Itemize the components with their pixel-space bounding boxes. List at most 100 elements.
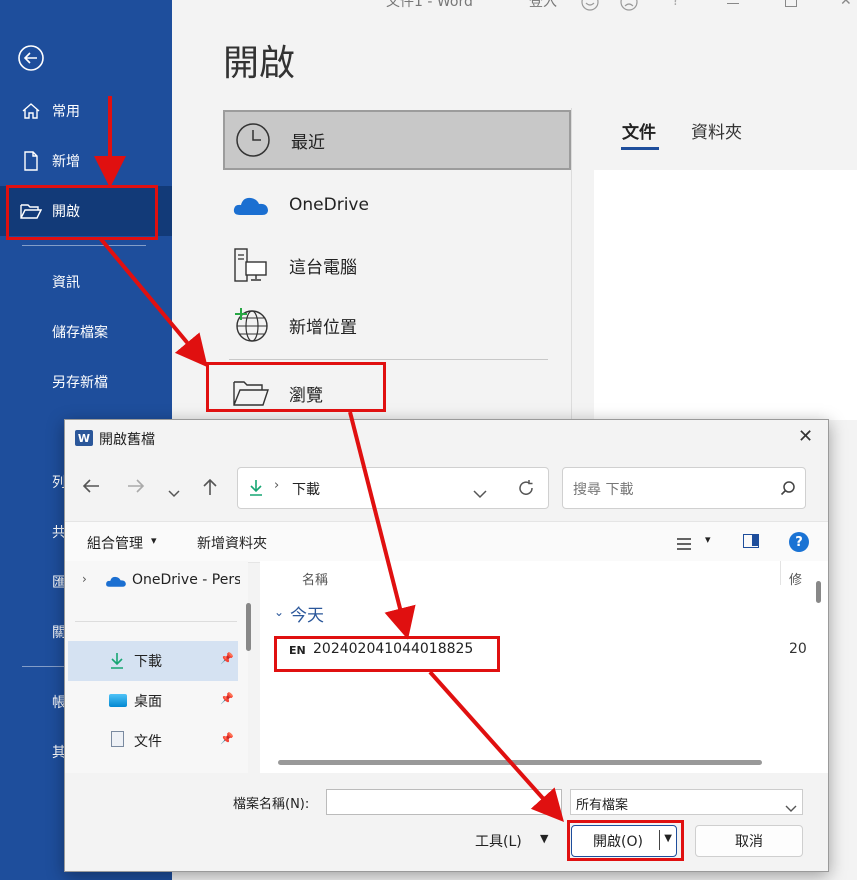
file-name[interactable]: 202402041044018825 — [313, 641, 473, 657]
sidebar-item-save[interactable]: 儲存檔案 — [52, 322, 108, 342]
sidebar-item-new[interactable]: 新增 — [0, 136, 172, 186]
nav-item-documents[interactable]: 文件 — [134, 731, 162, 751]
window-title: 文件1 - Word — [386, 0, 473, 10]
clock-icon — [233, 122, 273, 158]
en-file-type-icon: EN — [289, 644, 306, 657]
tab-documents[interactable]: 文件 — [622, 118, 656, 143]
tab-folders[interactable]: 資料夾 — [691, 118, 742, 143]
organize-button[interactable]: 組合管理 — [87, 533, 143, 553]
filetype-value: 所有檔案 — [576, 798, 629, 813]
sidebar-item-open[interactable]: 開啟 — [0, 186, 172, 236]
location-label: 新增位置 — [289, 317, 357, 338]
refresh-icon[interactable] — [517, 479, 535, 501]
group-collapse-chevron-icon[interactable]: ⌄ — [274, 605, 284, 619]
nav-scrollbar[interactable] — [246, 603, 251, 651]
open-button-label: 開啟(O) — [593, 834, 643, 850]
maximize-icon[interactable] — [785, 0, 797, 7]
navigation-pane: › OneDrive - Pers 下載 📌 桌面 📌 文件 📌 — [65, 561, 248, 773]
word-app-icon: W — [75, 430, 93, 446]
filetype-chevron-down-icon — [785, 798, 797, 817]
sidebar-item-save-as[interactable]: 另存新檔 — [52, 372, 108, 392]
recent-files-area — [594, 170, 857, 420]
new-folder-button[interactable]: 新增資料夾 — [197, 533, 267, 553]
search-input[interactable]: 搜尋 下載 — [573, 479, 633, 499]
signin-link[interactable]: 登入 — [529, 0, 557, 11]
open-folder-icon — [20, 202, 42, 220]
back-arrow-icon[interactable] — [17, 44, 44, 71]
cancel-button[interactable]: 取消 — [695, 825, 803, 857]
sidebar-item-home[interactable]: 常用 — [0, 86, 172, 136]
column-header-name[interactable]: 名稱 — [302, 569, 328, 588]
help-icon[interactable]: ? — [789, 532, 809, 552]
home-icon — [20, 101, 42, 121]
dialog-close-icon[interactable]: ✕ — [798, 426, 813, 447]
minimize-icon[interactable] — [727, 3, 739, 4]
location-browse[interactable]: 瀏覽 — [223, 363, 571, 423]
up-folder-icon[interactable] — [202, 478, 218, 500]
frown-feedback-icon[interactable] — [619, 0, 639, 16]
sidebar-item-info[interactable]: 資訊 — [52, 272, 80, 292]
dialog-toolbar: 組合管理 ▾ 新增資料夾 ▾ ? — [65, 521, 828, 563]
nav-item-label: 下載 — [134, 654, 162, 670]
breadcrumb-folder[interactable]: 下載 — [292, 479, 320, 499]
group-header-today[interactable]: 今天 — [290, 601, 324, 626]
location-add-place[interactable]: 新增位置 — [223, 295, 571, 355]
location-recent[interactable]: 最近 — [223, 110, 571, 170]
document-icon — [111, 731, 124, 747]
this-pc-icon — [231, 246, 271, 284]
address-bar[interactable]: › 下載 — [237, 467, 549, 509]
nav-item-onedrive[interactable]: OneDrive - Pers — [132, 572, 240, 588]
filename-input[interactable] — [326, 789, 562, 815]
sidebar-item-label: 開啟 — [52, 204, 80, 220]
sidebar-item-label: 新增 — [52, 154, 80, 170]
onedrive-cloud-icon — [231, 193, 271, 217]
preview-pane-icon[interactable] — [743, 534, 759, 548]
file-date-partial: 20 — [789, 641, 807, 657]
split-divider — [659, 830, 660, 850]
view-options-icon[interactable] — [677, 535, 691, 554]
filetype-select[interactable]: 所有檔案 — [570, 789, 803, 815]
pin-icon: 📌 — [220, 692, 234, 705]
close-window-icon[interactable]: ✕ — [840, 0, 852, 9]
column-divider[interactable] — [780, 561, 781, 585]
horizontal-scrollbar[interactable] — [278, 760, 762, 765]
back-nav-icon[interactable] — [82, 478, 100, 498]
open-file-dialog: W 開啟舊檔 ✕ › 下載 搜尋 下載 組合管理 ▾ 新增資料夾 ▾ ? › O… — [64, 419, 829, 872]
pin-icon: 📌 — [220, 652, 234, 665]
location-onedrive[interactable]: OneDrive — [223, 175, 571, 235]
search-box[interactable]: 搜尋 下載 — [562, 467, 806, 509]
open-button[interactable]: 開啟(O) ▼ — [571, 825, 677, 857]
nav-divider — [75, 621, 237, 622]
expand-chevron-icon[interactable]: › — [82, 572, 87, 586]
new-document-icon — [20, 151, 42, 171]
location-label: 瀏覽 — [289, 385, 323, 406]
column-header-modified[interactable]: 修 — [789, 569, 802, 588]
page-title: 開啟 — [223, 43, 296, 84]
file-list: 名稱 修 ⌄ 今天 EN 202402041044018825 20 — [260, 561, 828, 773]
panel-divider — [571, 108, 572, 428]
location-label: OneDrive — [289, 195, 369, 215]
address-dropdown-icon[interactable] — [473, 484, 487, 503]
location-label: 這台電腦 — [289, 257, 357, 278]
organize-dropdown-icon[interactable]: ▾ — [151, 534, 157, 547]
onedrive-cloud-icon — [105, 573, 127, 592]
desktop-icon — [109, 694, 127, 707]
location-this-pc[interactable]: 這台電腦 — [223, 235, 571, 295]
cancel-button-label: 取消 — [735, 834, 763, 850]
open-options-dropdown-icon[interactable]: ▼ — [664, 833, 672, 844]
nav-item-desktop[interactable]: 桌面 — [134, 691, 162, 711]
smile-feedback-icon[interactable] — [580, 0, 600, 16]
view-dropdown-icon[interactable]: ▾ — [705, 533, 711, 546]
search-icon — [780, 480, 796, 500]
tools-button[interactable]: 工具(L) — [475, 831, 522, 851]
recent-locations-chevron-icon[interactable] — [168, 483, 180, 502]
nav-item-downloads[interactable]: 下載 📌 — [68, 641, 238, 681]
pin-icon: 📌 — [220, 732, 234, 745]
help-icon[interactable]: ? — [672, 0, 679, 9]
download-arrow-icon — [248, 479, 264, 501]
download-arrow-icon — [109, 652, 125, 674]
tools-dropdown-icon[interactable]: ▼ — [540, 832, 548, 845]
sidebar-divider — [22, 245, 146, 246]
file-list-scrollbar[interactable] — [816, 581, 821, 603]
forward-nav-icon[interactable] — [127, 478, 145, 498]
